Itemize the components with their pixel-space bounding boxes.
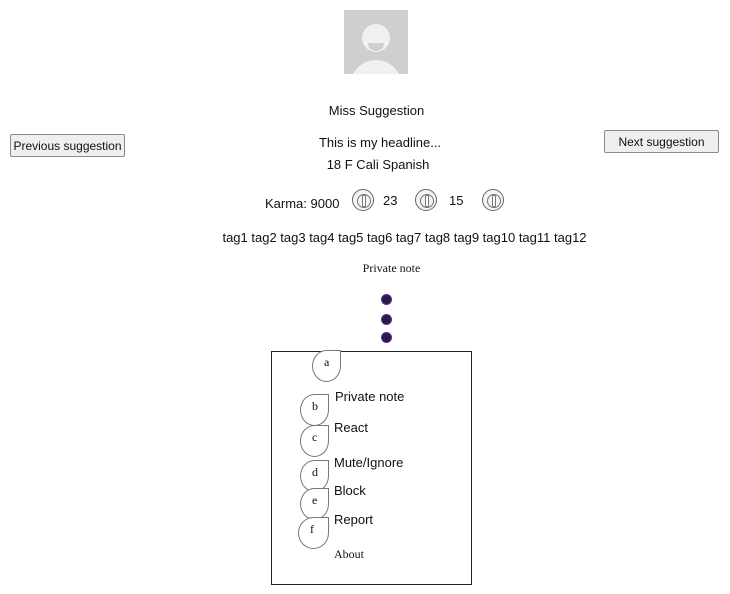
profile-name: Miss Suggestion bbox=[328, 103, 425, 118]
menu-item-react[interactable]: React bbox=[334, 420, 368, 435]
avatar bbox=[344, 10, 408, 74]
options-menu: a b Private note c React d Mute/Ignore e… bbox=[271, 350, 472, 585]
profile-details: 18 F Cali Spanish bbox=[326, 157, 430, 172]
menu-badge-b: b bbox=[300, 394, 329, 426]
menu-item-mute-ignore[interactable]: Mute/Ignore bbox=[334, 455, 403, 470]
next-suggestion-button[interactable]: Next suggestion bbox=[604, 130, 719, 153]
more-options-dot-icon[interactable] bbox=[381, 294, 392, 305]
headline: This is my headline... bbox=[318, 135, 442, 150]
tag-list: tag1 tag2 tag3 tag4 tag5 tag6 tag7 tag8 … bbox=[222, 230, 587, 245]
avatar-body bbox=[350, 60, 402, 74]
menu-item-report[interactable]: Report bbox=[334, 512, 373, 527]
menu-badge-a: a bbox=[312, 350, 341, 382]
count-a: 23 bbox=[383, 193, 398, 208]
menu-item-block[interactable]: Block bbox=[334, 483, 366, 498]
previous-suggestion-button[interactable]: Previous suggestion bbox=[10, 134, 125, 157]
menu-badge-f: f bbox=[298, 517, 329, 549]
karma-icon[interactable] bbox=[415, 189, 437, 211]
more-options-dot-icon[interactable] bbox=[381, 332, 392, 343]
karma-icon[interactable] bbox=[352, 189, 374, 211]
karma-icon[interactable] bbox=[482, 189, 504, 211]
menu-badge-c: c bbox=[300, 425, 329, 457]
menu-item-about[interactable]: About bbox=[334, 547, 364, 562]
karma-label: Karma: 9000 bbox=[265, 196, 340, 211]
private-note-label: Private note bbox=[362, 261, 421, 275]
menu-item-private-note[interactable]: Private note bbox=[335, 389, 404, 404]
menu-badge-e: e bbox=[300, 488, 329, 520]
more-options-dot-icon[interactable] bbox=[381, 314, 392, 325]
count-b: 15 bbox=[449, 193, 464, 208]
